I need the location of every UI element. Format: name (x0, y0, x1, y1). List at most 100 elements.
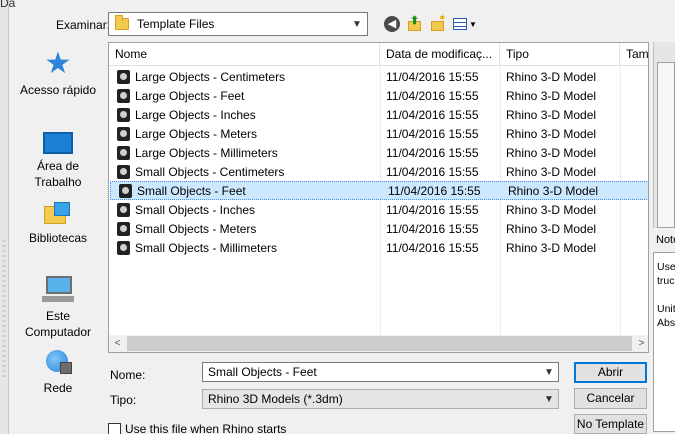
file-type: Rhino 3-D Model (506, 202, 597, 217)
filetype-value: Rhino 3D Models (*.3dm) (208, 392, 343, 406)
file-date: 11/04/2016 15:55 (386, 202, 479, 217)
notes-line: Abs (657, 317, 675, 329)
rhino-file-icon (117, 202, 130, 217)
place-network[interactable]: Rede (12, 348, 104, 396)
file-row[interactable]: Small Objects - Meters 11/04/2016 15:55 Rh… (109, 219, 648, 238)
horizontal-scrollbar[interactable]: < > (109, 335, 648, 352)
rhino-file-icon (117, 88, 130, 103)
chevron-down-icon[interactable]: ▼ (347, 19, 367, 30)
notes-line: Unit (657, 303, 675, 315)
file-list-header: Nome Data de modificaç... Tipo Tam (109, 43, 648, 66)
notes-line: Use (657, 261, 675, 273)
file-row[interactable]: Small Objects - Feet 11/04/2016 15:55 Rhin… (110, 181, 648, 200)
file-type: Rhino 3-D Model (506, 69, 597, 84)
file-type: Rhino 3-D Model (506, 107, 597, 122)
file-type: Rhino 3-D Model (506, 145, 597, 160)
filetype-select[interactable]: Rhino 3D Models (*.3dm) ▼ (202, 389, 559, 409)
network-icon (44, 348, 72, 376)
file-name-cell: Small Objects - Millimeters (109, 240, 380, 255)
place-desktop[interactable]: Área de Trabalho (12, 128, 104, 190)
column-header-date[interactable]: Data de modificaç... (380, 43, 500, 65)
place-quick-access[interactable]: ★ Acesso rápido (12, 47, 104, 98)
rhino-file-icon (119, 183, 132, 198)
file-rows: Large Objects - Centimeters 11/04/2016 15… (109, 67, 648, 257)
file-date: 11/04/2016 15:55 (386, 145, 479, 160)
look-in-value: Template Files (137, 17, 215, 31)
filename-value[interactable]: Small Objects - Feet (208, 365, 540, 379)
place-label: Área de Trabalho (34, 159, 82, 189)
rhino-file-icon (117, 145, 130, 160)
file-date: 11/04/2016 15:55 (386, 164, 479, 179)
file-name-cell: Small Objects - Feet (111, 183, 382, 198)
background-window-edge: Da (0, 0, 15, 434)
file-row[interactable]: Small Objects - Inches 11/04/2016 15:55 Rh… (109, 200, 648, 219)
file-name: Small Objects - Millimeters (135, 240, 278, 255)
file-row[interactable]: Small Objects - Centimeters 11/04/2016 15… (109, 162, 648, 181)
file-name-cell: Small Objects - Centimeters (109, 164, 380, 179)
preview-image (657, 62, 675, 228)
column-header-name[interactable]: Nome (109, 43, 380, 65)
background-window-text: Da (0, 0, 16, 10)
file-name-cell: Small Objects - Meters (109, 221, 380, 236)
file-type: Rhino 3-D Model (506, 240, 597, 255)
file-name: Large Objects - Inches (135, 107, 256, 122)
file-name: Large Objects - Feet (135, 88, 245, 103)
file-name-cell: Large Objects - Millimeters (109, 145, 380, 160)
chevron-down-icon[interactable]: ▼ (540, 394, 558, 405)
rhino-file-icon (117, 240, 130, 255)
open-button[interactable]: Abrir (574, 362, 647, 383)
view-menu-icon[interactable]: ▼ (453, 16, 479, 32)
place-libraries[interactable]: Bibliotecas (12, 202, 104, 246)
up-folder-icon[interactable]: ⬆ (406, 15, 422, 32)
file-row[interactable]: Large Objects - Meters 11/04/2016 15:55 Rh… (109, 124, 648, 143)
file-name-cell: Large Objects - Meters (109, 126, 380, 141)
file-row[interactable]: Large Objects - Feet 11/04/2016 15:55 Rhin… (109, 86, 648, 105)
place-this-pc[interactable]: Este Computador (12, 276, 104, 340)
place-label: Acesso rápido (19, 83, 97, 97)
file-name-cell: Large Objects - Feet (109, 88, 380, 103)
cancel-button[interactable]: Cancelar (574, 388, 647, 409)
column-header-size[interactable]: Tam (620, 43, 648, 65)
file-list[interactable]: ▲ Nome Data de modificaç... Tipo Tam Lar… (108, 42, 649, 353)
file-name-cell: Small Objects - Inches (109, 202, 380, 217)
column-header-type[interactable]: Tipo (500, 43, 620, 65)
file-type: Rhino 3-D Model (508, 183, 599, 198)
file-name: Large Objects - Centimeters (135, 69, 286, 84)
preview-area (653, 42, 675, 228)
notes-box: Use truc Unit Abs (653, 252, 675, 432)
places-bar: ★ Acesso rápido Área de Trabalho Bibliot… (12, 42, 104, 430)
preview-panel: Note Use truc Unit Abs (653, 42, 675, 434)
scrollbar-thumb[interactable] (127, 336, 632, 351)
file-date: 11/04/2016 15:55 (386, 221, 479, 236)
checkbox-box[interactable] (108, 422, 121, 434)
filename-field[interactable]: Small Objects - Feet ▼ (202, 362, 559, 382)
quick-access-star-icon: ★ (44, 47, 72, 80)
file-type: Rhino 3-D Model (506, 164, 597, 179)
look-in-dropdown[interactable]: Template Files ▼ (108, 12, 368, 36)
background-texture (2, 240, 6, 380)
startup-checkbox[interactable]: Use this file when Rhino starts (108, 422, 286, 434)
file-row[interactable]: Large Objects - Centimeters 11/04/2016 15… (109, 67, 648, 86)
file-row[interactable]: Large Objects - Inches 11/04/2016 15:55 Rh… (109, 105, 648, 124)
file-row[interactable]: Small Objects - Millimeters 11/04/2016 15… (109, 238, 648, 257)
back-icon[interactable]: ◀ (384, 16, 400, 32)
file-name: Large Objects - Meters (135, 126, 258, 141)
file-name: Large Objects - Millimeters (135, 145, 278, 160)
chevron-down-icon[interactable]: ▼ (540, 367, 558, 378)
rhino-file-icon (117, 126, 130, 141)
rhino-file-icon (117, 107, 130, 122)
file-name-cell: Large Objects - Centimeters (109, 69, 380, 84)
scroll-left-icon[interactable]: < (109, 338, 126, 349)
new-folder-icon[interactable]: ✶ (430, 13, 446, 32)
desktop-icon (43, 132, 73, 154)
libraries-icon (44, 202, 72, 226)
computer-icon (42, 276, 74, 304)
place-label: Rede (43, 381, 73, 395)
file-type: Rhino 3-D Model (506, 221, 597, 236)
scroll-right-icon[interactable]: > (633, 338, 648, 349)
filename-label: Nome: (110, 368, 146, 382)
rhino-file-icon (117, 221, 130, 236)
rhino-file-icon (117, 164, 130, 179)
file-row[interactable]: Large Objects - Millimeters 11/04/2016 15… (109, 143, 648, 162)
no-template-button[interactable]: No Template (574, 414, 647, 434)
